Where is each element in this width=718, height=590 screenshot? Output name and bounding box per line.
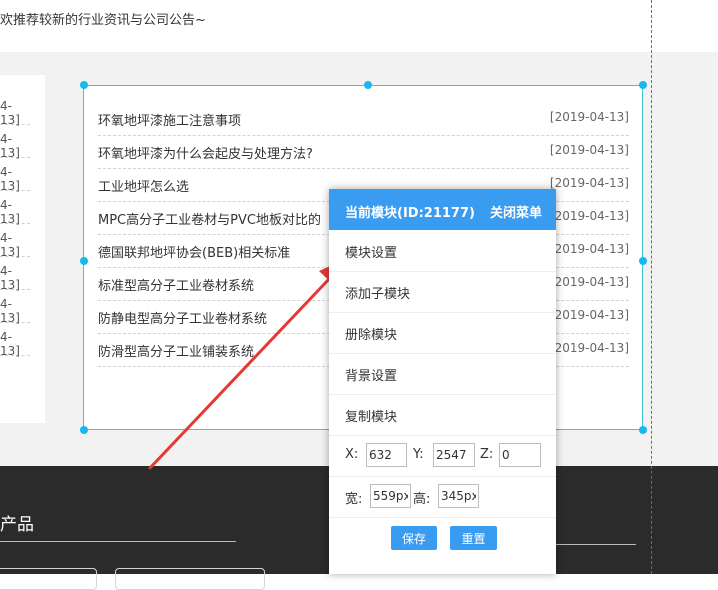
news-item[interactable]: 环氧地坪漆施工注意事项 [2019-04-13]	[98, 102, 629, 136]
news-date: 4-13]	[0, 198, 20, 226]
x-input[interactable]	[366, 443, 407, 467]
y-input[interactable]	[433, 443, 475, 467]
list-item[interactable]: 4-13]	[0, 322, 30, 358]
footer-divider	[0, 541, 236, 542]
resize-handle-top-left[interactable]	[80, 81, 88, 89]
height-label: 高:	[413, 492, 431, 507]
resize-handle-top[interactable]	[364, 81, 372, 89]
news-date: [2019-04-13]	[549, 176, 629, 190]
resize-handle-left[interactable]	[80, 257, 88, 265]
height-input[interactable]	[438, 484, 479, 508]
news-date: 4-13]	[0, 330, 20, 358]
menu-header-title: 当前模块(ID:21177)	[345, 206, 475, 221]
reset-button[interactable]: 重置	[450, 526, 497, 550]
menu-item-label: 复制模块	[345, 410, 398, 425]
news-date: 4-13]	[0, 264, 20, 292]
resize-handle-bottom-left[interactable]	[80, 426, 88, 434]
menu-item-label: 添加子模块	[345, 287, 411, 302]
close-menu-button[interactable]: 关闭菜单	[490, 202, 542, 221]
news-date: 4-13]	[0, 297, 20, 325]
menu-item-label: 模块设置	[345, 246, 398, 261]
resize-handle-bottom-right[interactable]	[639, 426, 647, 434]
resize-handle-right[interactable]	[639, 257, 647, 265]
z-input[interactable]	[499, 443, 541, 467]
module-context-menu: 当前模块(ID:21177) 关闭菜单 模块设置 添加子模块 册除模块 背景设置…	[329, 189, 556, 574]
left-news-card: 4-13] 4-13] 4-13] 4-13] 4-13] 4-13] 4-13…	[0, 75, 45, 423]
news-title[interactable]: 工业地坪怎么选	[98, 176, 189, 195]
news-title[interactable]: 环氧地坪漆为什么会起皮与处理方法?	[98, 143, 313, 162]
news-date: [2019-04-13]	[549, 110, 629, 124]
action-row: 保存 重置	[329, 517, 556, 558]
x-label: X:	[345, 447, 359, 462]
news-date: [2019-04-13]	[549, 143, 629, 157]
menu-item-copy-module[interactable]: 复制模块	[329, 394, 556, 436]
footer-button[interactable]	[0, 568, 97, 590]
list-item[interactable]: 4-13]	[0, 289, 30, 325]
resize-handle-top-right[interactable]	[639, 81, 647, 89]
news-title[interactable]: MPC高分子工业卷材与PVC地板对比的	[98, 209, 321, 228]
news-date: 4-13]	[0, 132, 20, 160]
y-label: Y:	[413, 447, 424, 462]
size-fields: 宽: 高:	[329, 476, 556, 518]
menu-item-label: 册除模块	[345, 328, 398, 343]
news-title[interactable]: 防静电型高分子工业卷材系统	[98, 308, 267, 327]
guide-line	[651, 0, 652, 574]
news-date: 4-13]	[0, 165, 20, 193]
news-title[interactable]: 环氧地坪漆施工注意事项	[98, 110, 241, 129]
news-title[interactable]: 标准型高分子工业卷材系统	[98, 275, 254, 294]
news-date: 2019-04-13]	[554, 308, 629, 322]
save-button[interactable]: 保存	[391, 526, 437, 550]
menu-item-background-settings[interactable]: 背景设置	[329, 353, 556, 395]
footer-products-title: 产品	[0, 515, 34, 535]
news-item[interactable]: 环氧地坪漆为什么会起皮与处理方法? [2019-04-13]	[98, 135, 629, 169]
position-fields: X: Y: Z:	[329, 435, 556, 477]
news-date: 4-13]	[0, 99, 20, 127]
list-item[interactable]: 4-13]	[0, 91, 30, 127]
news-title[interactable]: 防滑型高分子工业铺装系统	[98, 341, 254, 360]
menu-item-add-submodule[interactable]: 添加子模块	[329, 271, 556, 313]
menu-item-delete-module[interactable]: 册除模块	[329, 312, 556, 354]
menu-header: 当前模块(ID:21177) 关闭菜单	[329, 189, 556, 230]
news-date: 2019-04-13]	[554, 209, 629, 223]
footer-divider	[556, 544, 636, 545]
news-date: 2019-04-13]	[554, 242, 629, 256]
news-date: 2019-04-13]	[554, 341, 629, 355]
list-item[interactable]: 4-13]	[0, 157, 30, 193]
width-label: 宽:	[345, 492, 363, 507]
news-date: 4-13]	[0, 231, 20, 259]
z-label: Z:	[480, 447, 494, 462]
list-item[interactable]: 4-13]	[0, 223, 30, 259]
width-input[interactable]	[370, 484, 411, 508]
footer-button[interactable]	[115, 568, 265, 590]
news-date: 2019-04-13]	[554, 275, 629, 289]
menu-item-label: 背景设置	[345, 369, 398, 384]
list-item[interactable]: 4-13]	[0, 190, 30, 226]
news-title[interactable]: 德国联邦地坪协会(BEB)相关标准	[98, 242, 290, 261]
list-item[interactable]: 4-13]	[0, 256, 30, 292]
section-subtitle: 欢推荐较新的行业资讯与公司公告~	[0, 13, 206, 28]
list-item[interactable]: 4-13]	[0, 124, 30, 160]
menu-item-module-settings[interactable]: 模块设置	[329, 230, 556, 272]
